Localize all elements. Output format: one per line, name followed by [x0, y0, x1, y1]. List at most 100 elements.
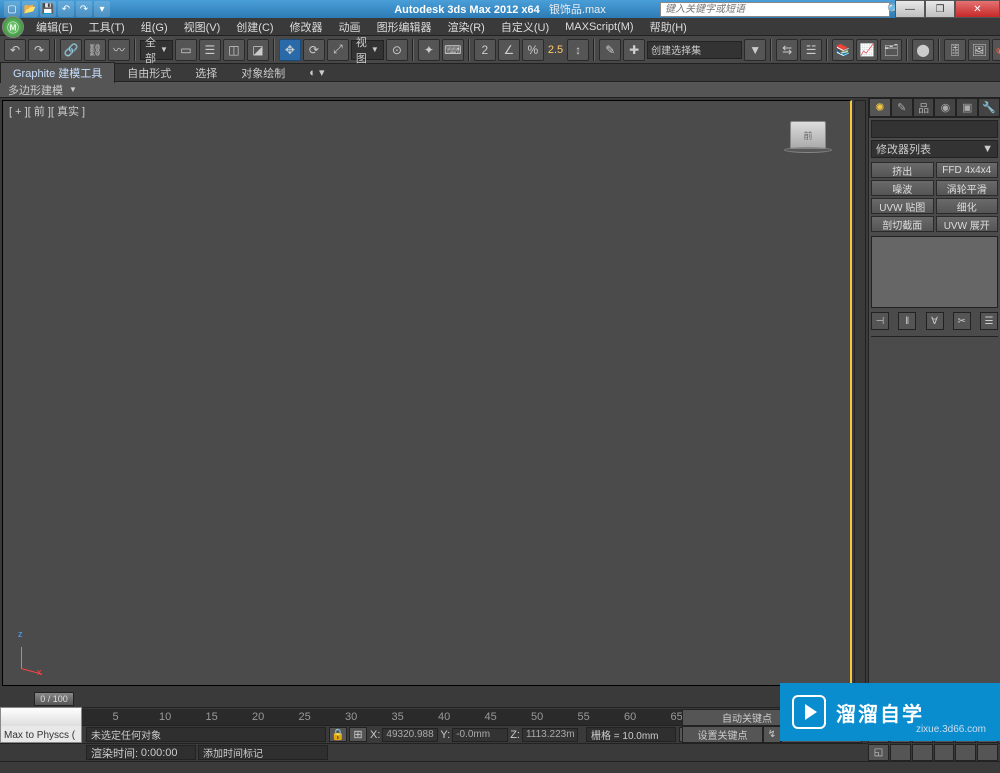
mod-unwrap[interactable]: UVW 展开	[936, 216, 999, 232]
schematic-view-icon[interactable]: 🗂	[880, 39, 902, 61]
named-selection-set[interactable]	[647, 41, 742, 59]
keyboard-shortcut-icon[interactable]: ⌨	[442, 39, 464, 61]
viewcube-compass[interactable]	[784, 147, 832, 153]
set-key-icon[interactable]: ↯	[763, 726, 781, 743]
align-icon[interactable]: ☱	[800, 39, 822, 61]
qat-redo-icon[interactable]: ↷	[76, 1, 92, 17]
coord-z-input[interactable]	[522, 728, 578, 742]
tab-display-icon[interactable]: ▣	[956, 98, 978, 117]
time-slider-thumb[interactable]: 0 / 100	[34, 692, 74, 706]
absolute-transform-icon[interactable]: ⊞	[349, 727, 367, 742]
spinner-snap-icon[interactable]: ↕	[567, 39, 589, 61]
curve-editor-icon[interactable]: 📈	[856, 39, 878, 61]
configure-sets-icon[interactable]: ☰	[980, 312, 998, 330]
layers-icon[interactable]: 📚	[832, 39, 854, 61]
pivot-center-icon[interactable]: ⊙	[386, 39, 408, 61]
qat-undo-icon[interactable]: ↶	[58, 1, 74, 17]
qat-new-icon[interactable]: ▢	[4, 1, 20, 17]
help-search-input[interactable]	[661, 3, 889, 16]
nav-min-max-icon[interactable]: ◱	[868, 744, 889, 761]
menu-rendering[interactable]: 渲染(R)	[440, 19, 493, 35]
select-scale-icon[interactable]: ⤢	[327, 39, 349, 61]
menu-edit[interactable]: 编辑(E)	[28, 19, 81, 35]
redo-icon[interactable]: ↷	[28, 39, 50, 61]
set-key-button[interactable]: 设置关键点	[682, 726, 763, 743]
named-sel-drop-icon[interactable]: ▼	[744, 39, 766, 61]
mod-turbosmooth[interactable]: 涡轮平滑	[936, 180, 999, 196]
mod-uvwmap[interactable]: UVW 贴图	[871, 198, 934, 214]
render-setup-icon[interactable]: 🎚	[944, 39, 966, 61]
ribbon-toggle-icon[interactable]: ◐ ▾	[297, 64, 336, 81]
select-by-name-icon[interactable]: ☰	[199, 39, 221, 61]
select-object-icon[interactable]: ▭	[175, 39, 197, 61]
viewport-label[interactable]: [ + ][ 前 ][ 真实 ]	[9, 103, 85, 119]
add-time-tag[interactable]: 添加时间标记	[198, 745, 328, 760]
coord-y-input[interactable]	[452, 728, 508, 742]
undo-icon[interactable]: ↶	[4, 39, 26, 61]
menu-views[interactable]: 视图(V)	[176, 19, 229, 35]
minimize-button[interactable]: —	[895, 0, 925, 18]
snap-percent-icon[interactable]: %	[522, 39, 544, 61]
viewport-scrollbar[interactable]	[854, 100, 866, 686]
menu-customize[interactable]: 自定义(U)	[493, 19, 557, 35]
menu-grapheditors[interactable]: 图形编辑器	[369, 19, 440, 35]
show-result-icon[interactable]: ‖	[898, 312, 916, 330]
coord-x-input[interactable]	[382, 728, 438, 742]
viewport-front[interactable]: [ + ][ 前 ][ 真实 ] 前 z x	[2, 100, 852, 686]
menu-group[interactable]: 组(G)	[133, 19, 176, 35]
named-sel-create-icon[interactable]: ✚	[623, 39, 645, 61]
snap-2d-icon[interactable]: 2	[474, 39, 496, 61]
tab-modify-icon[interactable]: ✎	[891, 98, 913, 117]
mod-slice[interactable]: 剖切截面	[871, 216, 934, 232]
mod-tessellate[interactable]: 细化	[936, 198, 999, 214]
menu-animation[interactable]: 动画	[331, 19, 369, 35]
bind-spacewrap-icon[interactable]: 〰	[108, 39, 130, 61]
modifier-stack[interactable]	[871, 236, 998, 308]
ribbon-tab-graphite[interactable]: Graphite 建模工具	[0, 62, 115, 83]
render-icon[interactable]: 🫖	[992, 39, 1000, 61]
mirror-icon[interactable]: ⇆	[776, 39, 798, 61]
horizontal-scrollbar[interactable]	[0, 761, 1000, 773]
select-region-icon[interactable]: ◫	[223, 39, 245, 61]
select-rotate-icon[interactable]: ⟳	[303, 39, 325, 61]
menu-tools[interactable]: 工具(T)	[81, 19, 133, 35]
listener-input[interactable]: Max to Physcs (	[1, 726, 81, 744]
help-search[interactable]	[660, 2, 890, 17]
mod-noise[interactable]: 噪波	[871, 180, 934, 196]
tab-motion-icon[interactable]: ◉	[934, 98, 956, 117]
qat-open-icon[interactable]: 📂	[22, 1, 38, 17]
maximize-button[interactable]: ❐	[925, 0, 955, 18]
pin-stack-icon[interactable]: ⊣	[871, 312, 889, 330]
object-name-field[interactable]	[871, 120, 998, 138]
make-unique-icon[interactable]: ∀	[926, 312, 944, 330]
selection-filter[interactable]: 全部▼	[140, 40, 173, 60]
mod-extrude[interactable]: 挤出	[871, 162, 934, 178]
listener-output[interactable]	[1, 708, 81, 726]
tab-hierarchy-icon[interactable]: 品	[913, 98, 935, 117]
ribbon-tab-freeform[interactable]: 自由形式	[115, 63, 183, 83]
tab-utilities-icon[interactable]: 🔧	[978, 98, 1000, 117]
remove-mod-icon[interactable]: ✂	[953, 312, 971, 330]
qat-more-icon[interactable]: ▾	[94, 1, 110, 17]
viewcube[interactable]: 前	[790, 121, 826, 149]
application-button[interactable]: Ⓜ	[2, 16, 24, 38]
ribbon-tab-objectpaint[interactable]: 对象绘制	[229, 63, 297, 83]
mod-ffd[interactable]: FFD 4x4x4	[936, 162, 999, 178]
link-icon[interactable]: 🔗	[60, 39, 82, 61]
material-editor-icon[interactable]: ⬤	[912, 39, 934, 61]
maxscript-listener[interactable]: Max to Physcs (	[0, 707, 82, 743]
manipulate-icon[interactable]: ✦	[418, 39, 440, 61]
modifier-list[interactable]: 修改器列表 ▼	[871, 140, 998, 158]
close-button[interactable]: ✕	[955, 0, 1000, 18]
select-move-icon[interactable]: ✥	[279, 39, 301, 61]
menu-maxscript[interactable]: MAXScript(M)	[557, 21, 641, 33]
named-sel-edit-icon[interactable]: ✎	[599, 39, 621, 61]
ribbon-panel[interactable]: 多边形建模▼	[0, 82, 1000, 98]
menu-create[interactable]: 创建(C)	[228, 19, 281, 35]
qat-save-icon[interactable]: 💾	[40, 1, 56, 17]
unlink-icon[interactable]: ⛓	[84, 39, 106, 61]
ref-coord-system[interactable]: 视图▼	[351, 40, 384, 60]
snap-angle-icon[interactable]: ∠	[498, 39, 520, 61]
lock-selection-icon[interactable]: 🔒	[329, 727, 347, 742]
tab-create-icon[interactable]: ✺	[869, 98, 891, 117]
